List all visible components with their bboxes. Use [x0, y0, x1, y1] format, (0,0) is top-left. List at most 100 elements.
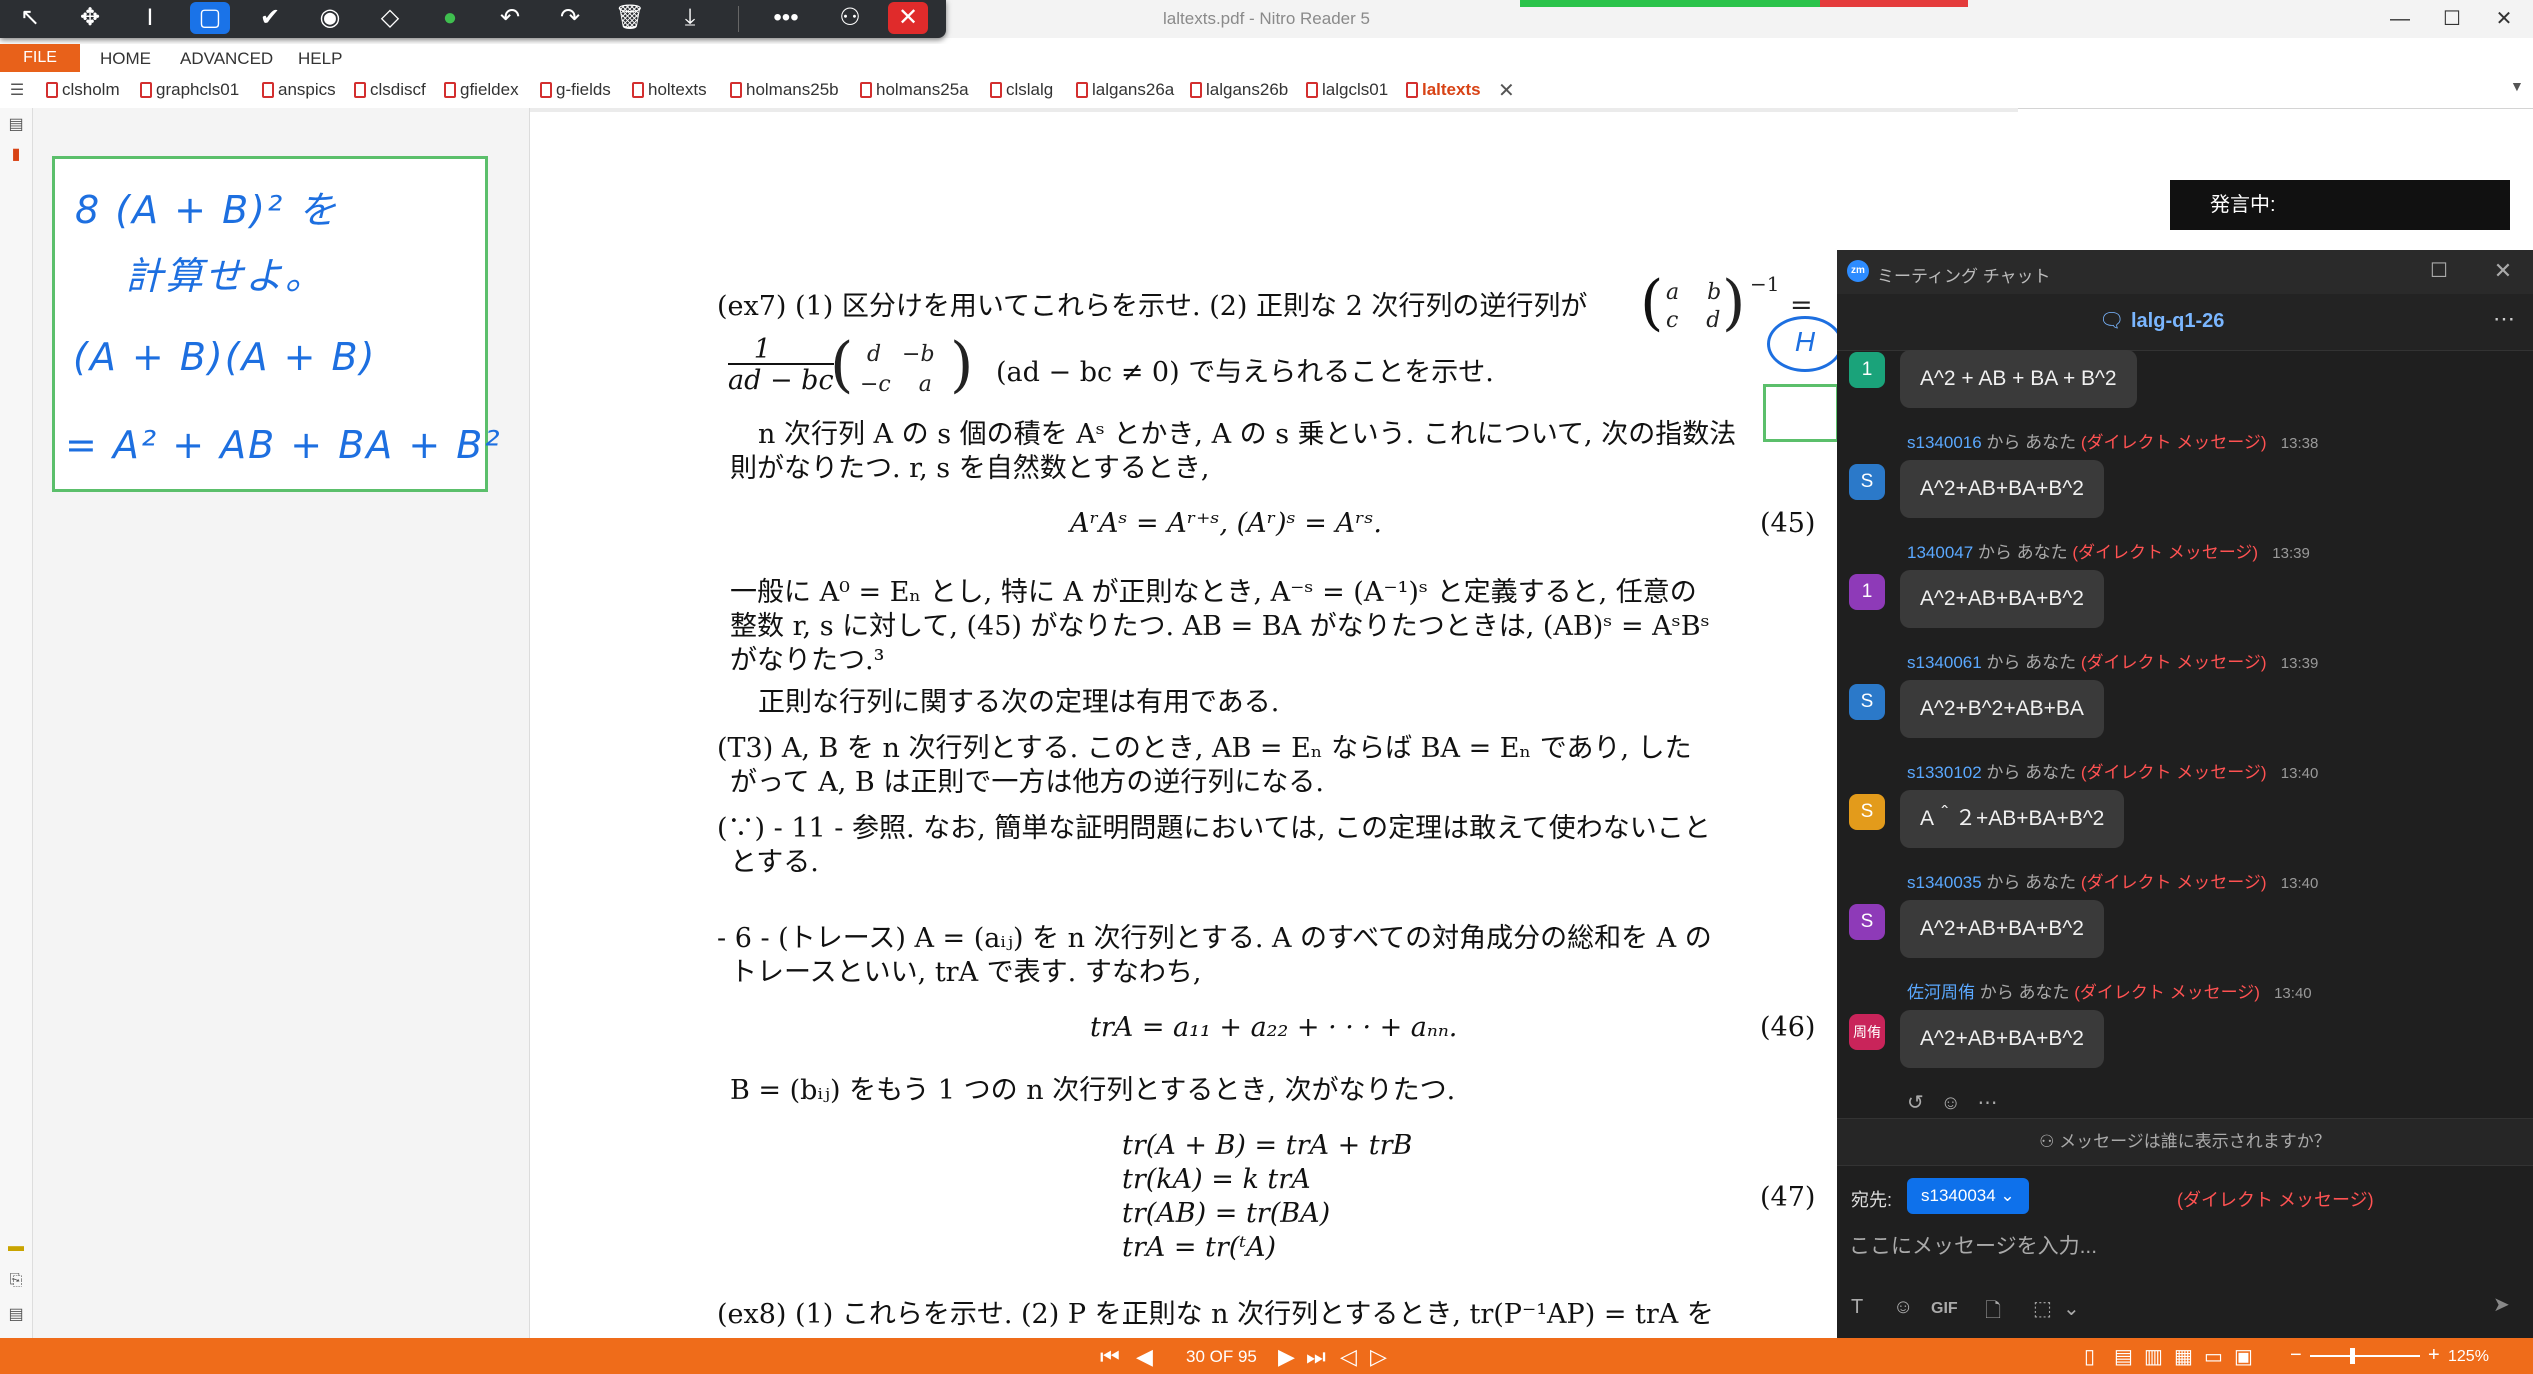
comments-icon[interactable]: ▬	[7, 1238, 25, 1258]
send-icon[interactable]: ➤	[2493, 1292, 2523, 1322]
tab-graphcls01[interactable]: graphcls01	[140, 80, 239, 100]
single-page-view-icon[interactable]: ▯	[2084, 1344, 2095, 1369]
text-cursor-icon[interactable]: I	[130, 2, 170, 34]
message-meta: 佐河周侑 から あなた (ダイレクト メッセージ) 13:40	[1907, 978, 2312, 1003]
check-icon[interactable]: ✔	[250, 2, 290, 34]
layers-icon[interactable]: ▤	[7, 1304, 25, 1324]
share-icon[interactable]: ⚇	[830, 2, 870, 34]
annotation-toolbar: ↖ ✥ I ▢ ✔ ◉ ◇ ● ↶ ↷ 🗑 ⤓ ••• ⚇ ✕	[0, 0, 946, 38]
chevron-down-icon: ⌄	[2000, 1186, 2015, 1205]
trash-icon[interactable]: 🗑	[610, 2, 650, 34]
zoom-in-icon[interactable]: +	[2428, 1344, 2440, 1367]
minimize-button[interactable]: —	[2380, 6, 2420, 32]
facing-view-icon[interactable]: ▥	[2144, 1344, 2163, 1369]
emoji-icon[interactable]: ☺	[1893, 1296, 1913, 1319]
message-sender[interactable]: s1340061	[1907, 653, 1982, 672]
download-icon[interactable]: ⤓	[670, 2, 710, 34]
reply-icon[interactable]: ↺	[1907, 1092, 1924, 1114]
continuous-view-icon[interactable]: ▤	[2114, 1344, 2133, 1369]
close-tab-icon[interactable]: ✕	[1498, 78, 1515, 103]
facing-continuous-view-icon[interactable]: ▦	[2174, 1344, 2193, 1369]
handwriting-line: 8 (A + B)² を	[75, 188, 339, 232]
pointer-icon[interactable]: ↖	[10, 2, 50, 34]
last-page-icon[interactable]: ⏭	[1306, 1344, 1326, 1370]
tab-g-fields[interactable]: g-fields	[540, 80, 611, 100]
attachments-icon[interactable]: ⎘	[7, 1272, 25, 1292]
message-time: 13:40	[2274, 985, 2312, 1002]
bookmarks-icon[interactable]: ▮	[7, 144, 25, 164]
close-window-button[interactable]: ✕	[2484, 6, 2524, 32]
maximize-icon[interactable]: ☐	[2425, 258, 2453, 286]
more-options-icon[interactable]: ⋯	[2493, 306, 2515, 332]
dm-tag: (ダイレクト メッセージ)	[2080, 873, 2267, 892]
file-icon[interactable]: 🗋	[1985, 1296, 2001, 1330]
tab-clslalg[interactable]: clslalg	[990, 80, 1053, 100]
tab-laltexts[interactable]: laltexts	[1406, 80, 1481, 100]
message-bubble: A^2 + AB + BA + B^2	[1900, 350, 2137, 408]
tab-lalgcls01[interactable]: lalgcls01	[1306, 80, 1388, 100]
tab-clsdiscf[interactable]: clsdiscf	[354, 80, 426, 100]
zoom-out-icon[interactable]: −	[2290, 1344, 2302, 1367]
stop-icon[interactable]: ✕	[888, 2, 928, 34]
message-sender[interactable]: s1330102	[1907, 763, 1982, 782]
text-format-icon[interactable]: T	[1851, 1296, 1863, 1319]
eraser-icon[interactable]: ◇	[370, 2, 410, 34]
message-sender[interactable]: s1340035	[1907, 873, 1982, 892]
chat-message-input[interactable]	[1847, 1224, 2521, 1270]
more-icon[interactable]: •••	[766, 2, 806, 34]
green-dot-icon[interactable]: ●	[430, 2, 470, 34]
menu-help[interactable]: HELP	[298, 49, 342, 69]
zoom-level[interactable]: 125%	[2448, 1348, 2489, 1366]
redo-icon[interactable]: ↷	[550, 2, 590, 34]
menu-file[interactable]: FILE	[0, 44, 80, 72]
more-icon[interactable]: ⋯	[1978, 1092, 1998, 1114]
equation-47-line: tr(AB) = tr(BA)	[1122, 1198, 1331, 1229]
zoom-slider[interactable]	[2310, 1355, 2420, 1357]
back-view-icon[interactable]: ◁	[1340, 1344, 1357, 1370]
message-sender[interactable]: 1340047	[1907, 543, 1973, 562]
close-icon[interactable]: ✕	[2489, 258, 2517, 286]
undo-icon[interactable]: ↶	[490, 2, 530, 34]
rectangle-icon[interactable]: ▢	[190, 2, 230, 34]
page-indicator[interactable]: 30 OF 95	[1186, 1347, 1257, 1367]
message-visibility-info[interactable]: ⚇ メッセージは誰に表示されますか？	[1837, 1118, 2533, 1166]
zoom-logo-icon: zm	[1847, 260, 1869, 282]
tab-clsholm[interactable]: clsholm	[46, 80, 120, 100]
next-page-icon[interactable]: ▶	[1278, 1344, 1295, 1370]
previous-page-icon[interactable]: ◀	[1136, 1344, 1153, 1370]
gif-icon[interactable]: GIF	[1931, 1300, 1958, 1318]
screenshot-icon[interactable]: ⬚	[2033, 1296, 2052, 1321]
forward-view-icon[interactable]: ▷	[1370, 1344, 1387, 1370]
recipient-dropdown[interactable]: s1340034 ⌄	[1907, 1178, 2029, 1214]
move-icon[interactable]: ✥	[70, 2, 110, 34]
menu-home[interactable]: HOME	[100, 49, 151, 69]
handwriting-line: (A + B)(A + B)	[73, 335, 377, 379]
tab-lalgans26b[interactable]: lalgans26b	[1190, 80, 1288, 100]
chevron-down-icon[interactable]: ⌄	[2063, 1296, 2080, 1321]
menu-advanced[interactable]: ADVANCED	[180, 49, 273, 69]
tab-gfieldex[interactable]: gfieldex	[444, 80, 519, 100]
equation-number: (47)	[1760, 1182, 1816, 1213]
tab-list-icon[interactable]: ☰	[8, 80, 26, 100]
maximize-button[interactable]: ☐	[2432, 6, 2472, 32]
fit-width-icon[interactable]: ▭	[2204, 1344, 2223, 1369]
tab-overflow-icon[interactable]: ▼	[2510, 78, 2524, 94]
message-sender[interactable]: 佐河周侑	[1907, 983, 1975, 1002]
dm-tag: (ダイレクト メッセージ)	[2080, 433, 2267, 452]
first-page-icon[interactable]: ⏮	[1100, 1344, 1120, 1370]
tab-anspics[interactable]: anspics	[262, 80, 336, 100]
person-icon: ⚇	[2039, 1132, 2060, 1151]
avatar: 1	[1849, 352, 1885, 388]
stamp-icon[interactable]: ◉	[310, 2, 350, 34]
chat-recipient-name[interactable]: lalg-q1-26	[2131, 310, 2224, 333]
tab-lalgans26a[interactable]: lalgans26a	[1076, 80, 1174, 100]
tab-holtexts[interactable]: holtexts	[632, 80, 707, 100]
add-reaction-icon[interactable]: ☺	[1940, 1092, 1960, 1114]
fit-page-icon[interactable]: ▣	[2234, 1344, 2253, 1369]
message-bubble: A^2+AB+BA+B^2	[1900, 1010, 2104, 1068]
message-sender[interactable]: s1340016	[1907, 433, 1982, 452]
tab-holmans25b[interactable]: holmans25b	[730, 80, 839, 100]
zoom-slider-thumb[interactable]	[2350, 1348, 2355, 1364]
tab-holmans25a[interactable]: holmans25a	[860, 80, 969, 100]
thumbnails-icon[interactable]: ▤	[7, 114, 25, 134]
